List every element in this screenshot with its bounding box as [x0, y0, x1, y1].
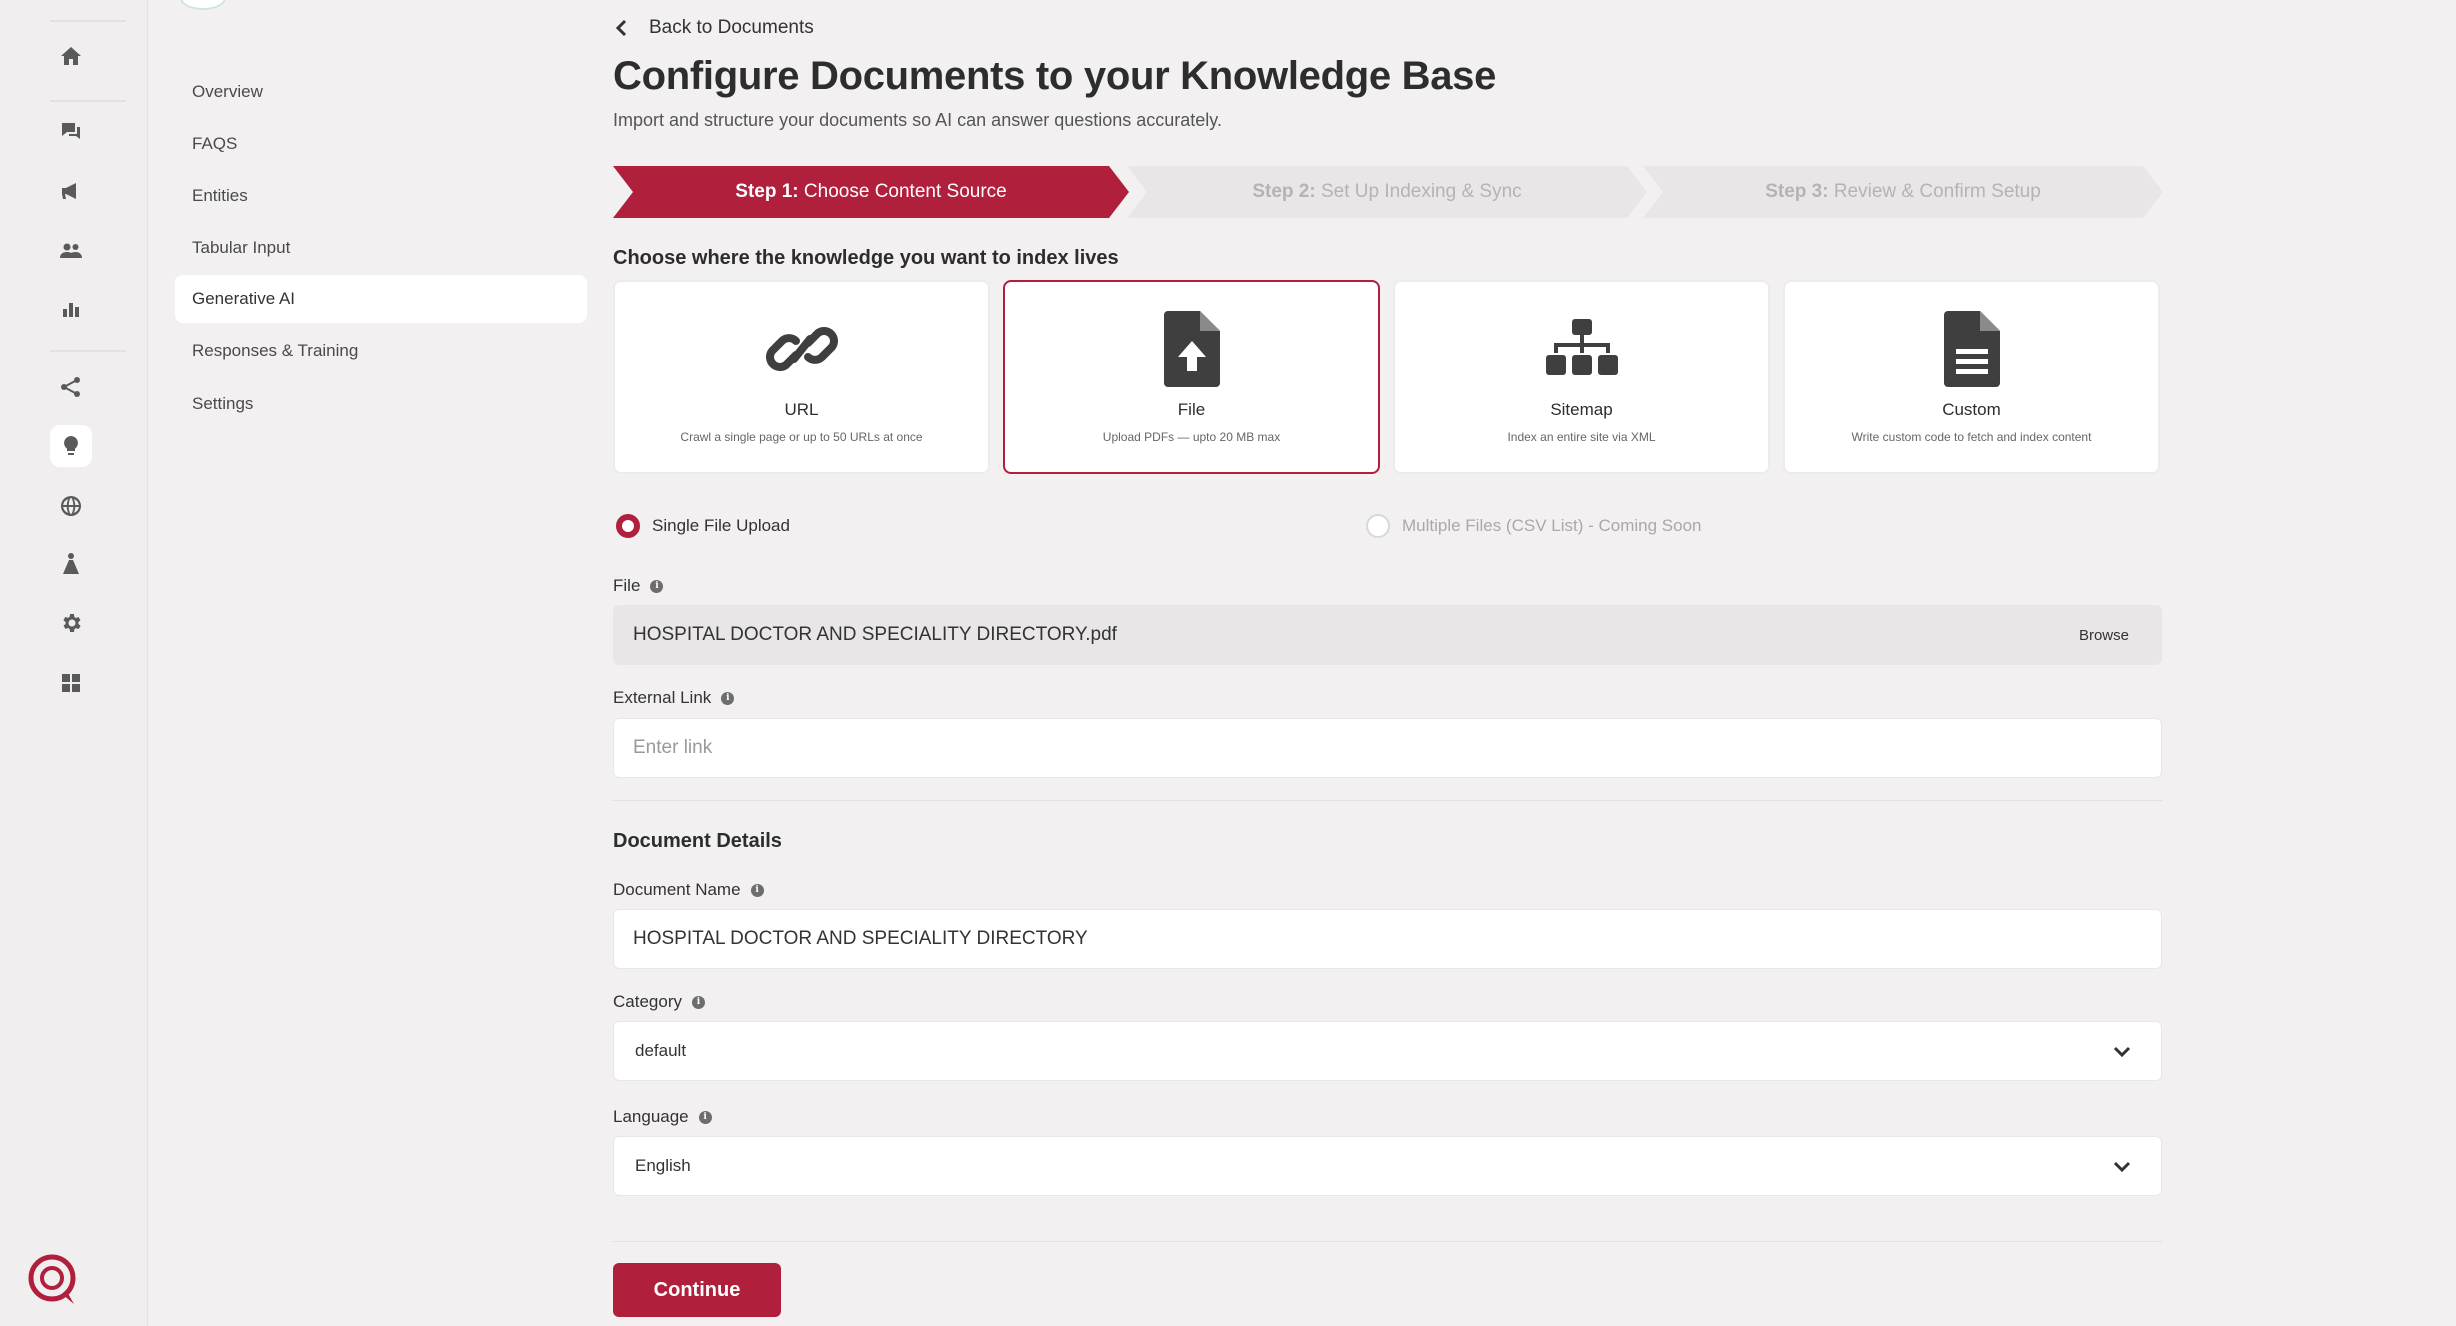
share-icon[interactable] — [50, 366, 92, 408]
document-name-label-text: Document Name — [613, 880, 741, 899]
section-divider — [613, 1241, 2162, 1242]
file-field[interactable]: HOSPITAL DOCTOR AND SPECIALITY DIRECTORY… — [613, 605, 2162, 665]
back-label: Back to Documents — [649, 17, 814, 38]
subnav-item-responses-training[interactable]: Responses & Training — [175, 327, 587, 375]
multiple-files-radio[interactable]: Multiple Files (CSV List) - Coming Soon — [1366, 514, 1701, 538]
bar-chart-icon[interactable] — [50, 288, 92, 330]
subnav-item-entities[interactable]: Entities — [175, 172, 587, 220]
rail-divider — [50, 350, 126, 352]
file-label-text: File — [613, 576, 641, 595]
card-title: File — [1177, 400, 1206, 419]
document-name-input[interactable]: HOSPITAL DOCTOR AND SPECIALITY DIRECTORY — [613, 909, 2162, 969]
step-1[interactable]: Step 1: Choose Content Source — [613, 166, 1129, 218]
brand-logo-icon — [28, 1254, 76, 1304]
stepper: Step 1: Choose Content Source Step 2: Se… — [613, 166, 2163, 218]
rail-divider — [50, 100, 126, 102]
external-link-label: External Link i — [613, 688, 735, 708]
language-select[interactable]: English — [613, 1136, 2162, 1196]
source-card-file[interactable]: File Upload PDFs — upto 20 MB max — [1003, 280, 1380, 474]
step-2[interactable]: Step 2: Set Up Indexing & Sync — [1127, 166, 1647, 218]
card-description: Crawl a single page or up to 50 URLs at … — [680, 430, 923, 444]
users-icon[interactable] — [50, 230, 92, 272]
subnav-item-generative-ai[interactable]: Generative AI — [175, 275, 587, 323]
radio-selected-icon — [616, 514, 640, 538]
external-link-label-text: External Link — [613, 688, 712, 707]
language-label: Language i — [613, 1107, 712, 1127]
category-select[interactable]: default — [613, 1021, 2162, 1081]
source-card-custom[interactable]: Custom Write custom code to fetch and in… — [1783, 280, 2160, 474]
category-label: Category i — [613, 992, 705, 1012]
home-icon[interactable] — [50, 35, 92, 77]
subnav-item-overview[interactable]: Overview — [175, 68, 587, 116]
subnav-item-tabular-input[interactable]: Tabular Input — [175, 224, 587, 272]
megaphone-icon[interactable] — [50, 170, 92, 212]
lightbulb-icon[interactable] — [50, 425, 92, 467]
page-subtitle: Import and structure your documents so A… — [613, 110, 1222, 130]
icon-rail — [0, 0, 148, 1326]
card-title: Sitemap — [1550, 400, 1613, 419]
widgets-icon[interactable] — [50, 662, 92, 704]
subnav-item-faqs[interactable]: FAQS — [175, 120, 587, 168]
main-content: Back to Documents Configure Documents to… — [613, 0, 2163, 1326]
link-icon — [765, 310, 838, 388]
card-title: Custom — [1942, 400, 2001, 419]
file-label: File i — [613, 576, 664, 596]
step-3-prefix: Step 3: — [1765, 181, 1829, 202]
info-icon[interactable]: i — [721, 691, 735, 705]
subnav-item-settings[interactable]: Settings — [175, 380, 587, 428]
info-icon[interactable]: i — [650, 579, 664, 593]
language-value: English — [635, 1156, 691, 1175]
document-name-label: Document Name i — [613, 880, 764, 900]
info-icon[interactable]: i — [698, 1110, 712, 1124]
category-label-text: Category — [613, 992, 682, 1011]
globe-icon[interactable] — [50, 485, 92, 527]
step-1-label: Choose Content Source — [803, 181, 1007, 202]
chevron-down-icon — [2111, 1155, 2133, 1177]
card-description: Index an entire site via XML — [1507, 430, 1656, 444]
multiple-files-label: Multiple Files (CSV List) - Coming Soon — [1402, 516, 1702, 535]
chevron-left-icon — [615, 19, 627, 37]
document-icon — [1936, 310, 2008, 388]
secondary-nav: Overview FAQS Entities Tabular Input Gen… — [148, 0, 593, 1326]
chat-icon[interactable] — [50, 110, 92, 152]
card-title: URL — [784, 400, 819, 419]
step-3-label: Review & Confirm Setup — [1833, 181, 2041, 202]
rail-divider — [50, 20, 126, 22]
gear-icon[interactable] — [50, 602, 92, 644]
browse-button[interactable]: Browse — [2079, 627, 2129, 644]
flow-icon[interactable] — [50, 543, 92, 585]
external-link-input[interactable]: Enter link — [613, 718, 2162, 778]
step-2-label: Set Up Indexing & Sync — [1320, 181, 1522, 202]
section-divider — [613, 800, 2162, 801]
source-card-sitemap[interactable]: Sitemap Index an entire site via XML — [1393, 280, 1770, 474]
source-card-url[interactable]: URL Crawl a single page or up to 50 URLs… — [613, 280, 990, 474]
step-3[interactable]: Step 3: Review & Confirm Setup — [1643, 166, 2163, 218]
card-description: Write custom code to fetch and index con… — [1851, 430, 2092, 444]
document-name-value: HOSPITAL DOCTOR AND SPECIALITY DIRECTORY — [633, 928, 1088, 949]
source-heading: Choose where the knowledge you want to i… — [613, 247, 1119, 269]
sitemap-icon — [1545, 310, 1618, 388]
info-icon[interactable]: i — [691, 995, 705, 1009]
language-label-text: Language — [613, 1107, 689, 1126]
continue-button[interactable]: Continue — [613, 1263, 781, 1317]
chevron-down-icon — [2111, 1040, 2133, 1062]
document-details-heading: Document Details — [613, 830, 782, 852]
step-1-prefix: Step 1: — [735, 181, 799, 202]
single-file-radio[interactable]: Single File Upload — [616, 514, 790, 538]
back-link[interactable]: Back to Documents — [613, 17, 814, 39]
info-icon[interactable]: i — [750, 883, 764, 897]
single-file-label: Single File Upload — [652, 516, 790, 535]
card-description: Upload PDFs — upto 20 MB max — [1102, 430, 1281, 444]
radio-unselected-icon — [1366, 514, 1390, 538]
external-link-placeholder: Enter link — [633, 737, 713, 758]
file-upload-icon — [1156, 310, 1228, 388]
page-title: Configure Documents to your Knowledge Ba… — [613, 54, 1497, 98]
file-value: HOSPITAL DOCTOR AND SPECIALITY DIRECTORY… — [633, 624, 1117, 645]
category-value: default — [635, 1041, 687, 1060]
step-2-prefix: Step 2: — [1252, 181, 1316, 202]
